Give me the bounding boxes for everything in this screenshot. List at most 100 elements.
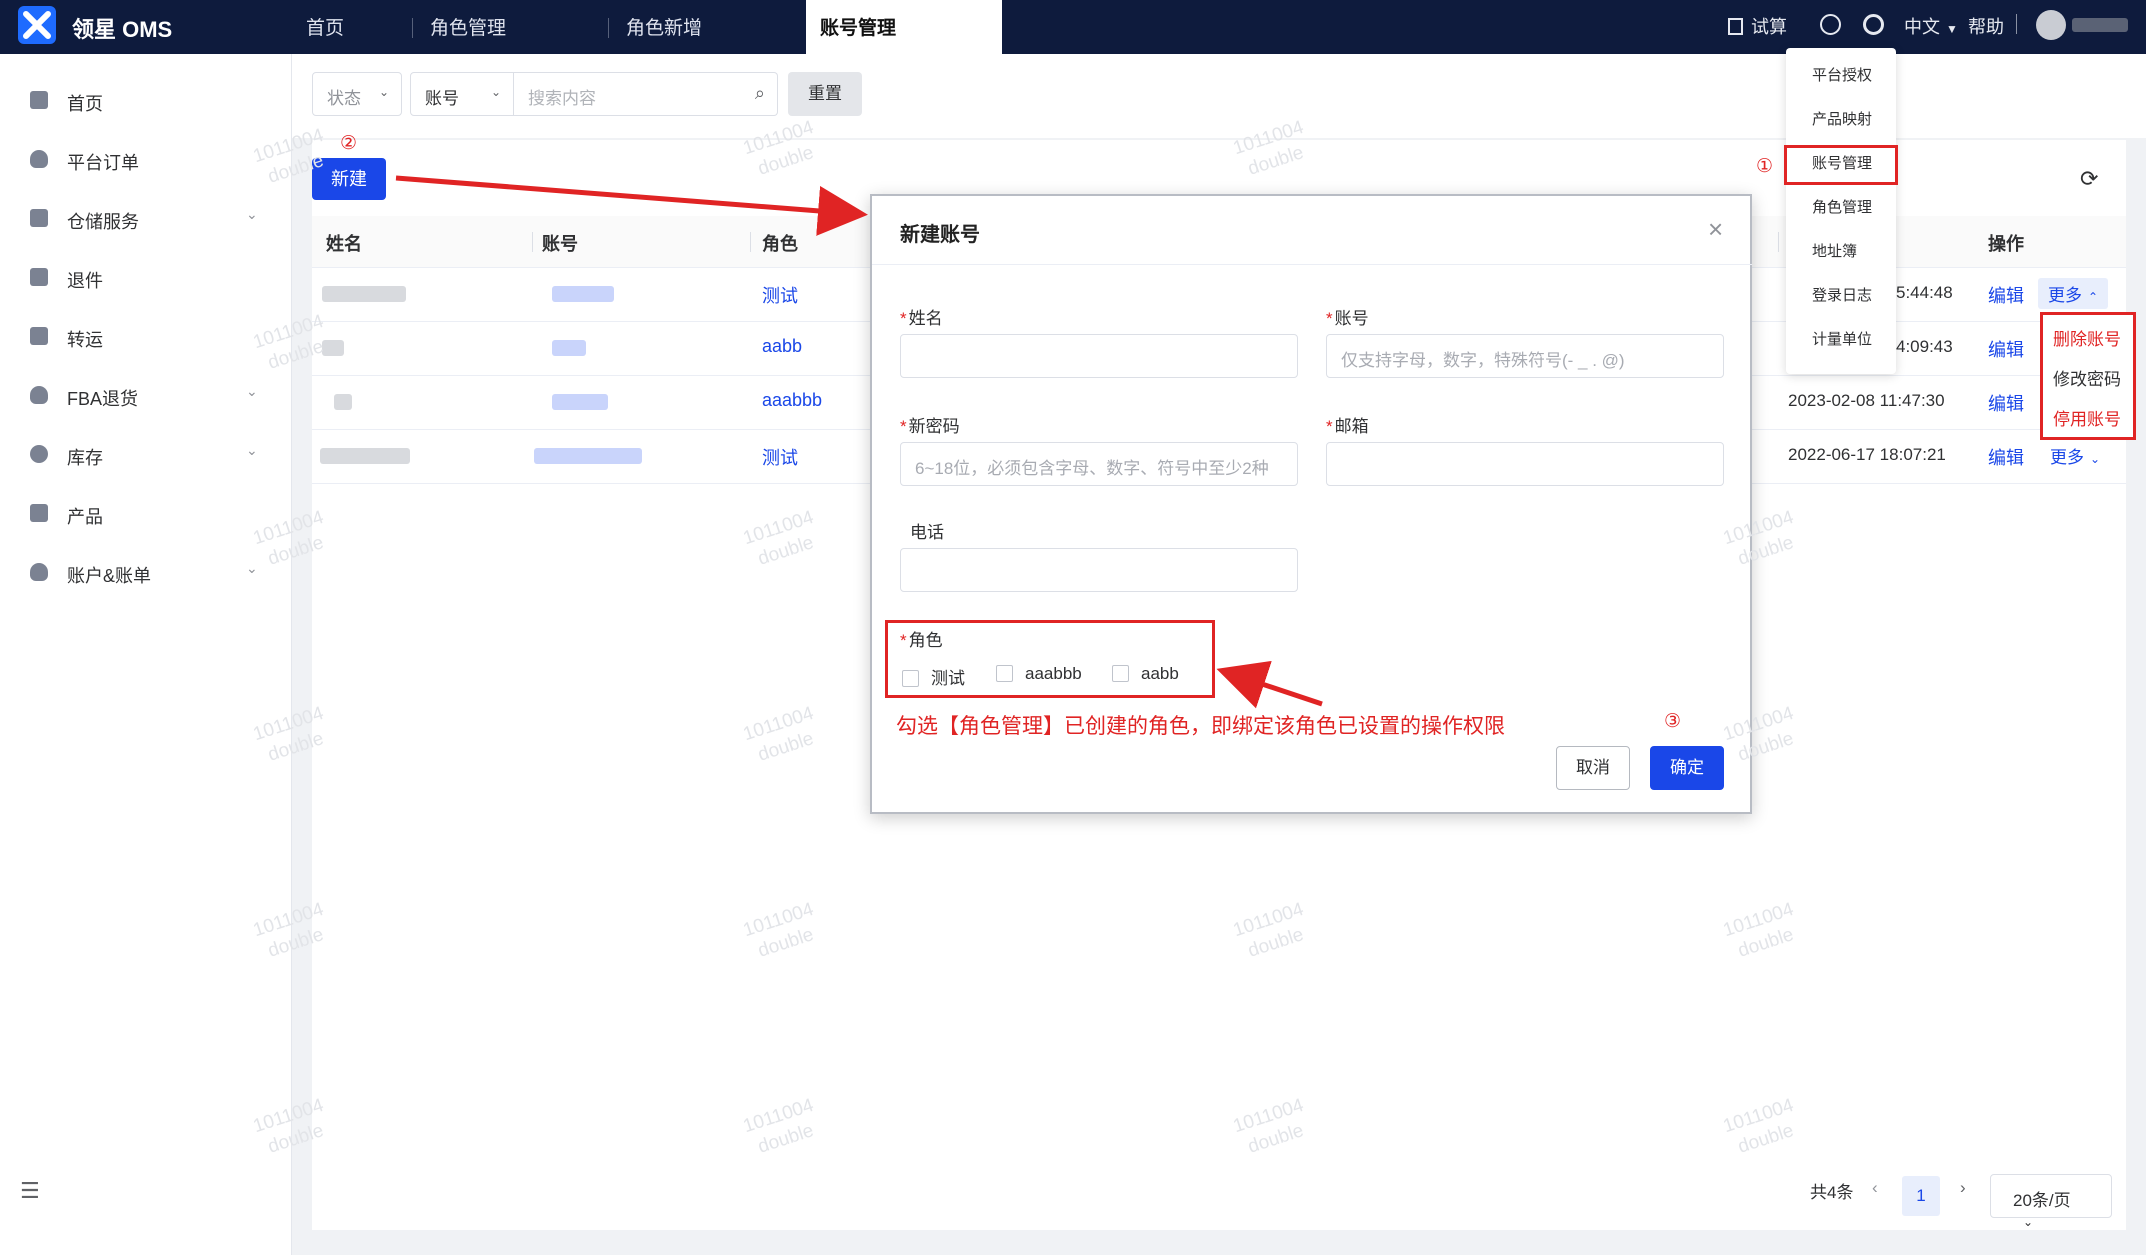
chevron-down-icon: ⌄ (378, 85, 389, 99)
name-input[interactable] (900, 334, 1298, 378)
sidebar-item-products[interactable]: 产品 (0, 493, 292, 533)
page-size-select[interactable]: 20条/页 ⌄ (1990, 1174, 2112, 1229)
top-bar: 领星 OMS 首页 角色管理 角色新增 账号管理 试算 中文 ▼ 帮助 (0, 0, 2146, 54)
status-placeholder: 状态 (327, 89, 361, 108)
header-separator (532, 232, 533, 252)
sidebar-item-returns[interactable]: 退件 (0, 257, 292, 297)
role-link[interactable]: 测试 (762, 282, 798, 308)
refresh-icon[interactable]: ⟳ (2080, 166, 2098, 192)
created-time: 4:09:43 (1896, 337, 1953, 356)
sidebar-item-warehouse[interactable]: 仓储服务 ⌄ (0, 198, 292, 238)
search-placeholder: 搜索内容 (528, 89, 596, 108)
annotation-note: 勾选【角色管理】已创建的角色，即绑定该角色已设置的操作权限 (896, 715, 1505, 738)
tab-role-management[interactable]: 角色管理 (430, 0, 506, 54)
more-button[interactable]: 更多 ⌃ (2038, 278, 2109, 309)
password-input[interactable]: 6~18位，必须包含字母、数字、符号中至少2种 (900, 442, 1298, 486)
settings-gear-icon[interactable] (1863, 14, 1884, 40)
shield-icon (30, 150, 48, 168)
change-password-item[interactable]: 修改密码 (2053, 365, 2121, 390)
app-name: 领星 OMS (72, 17, 173, 42)
annotation-step-1: ① (1756, 156, 1774, 177)
account-blurred (534, 448, 642, 464)
sidebar-item-platform-orders[interactable]: 平台订单 (0, 139, 292, 179)
tab-role-add[interactable]: 角色新增 (626, 0, 702, 54)
edit-link[interactable]: 编辑 (1988, 282, 2024, 308)
warehouse-icon (30, 209, 48, 227)
more-actions-dropdown: 删除账号 修改密码 停用账号 (2040, 312, 2136, 440)
confirm-button[interactable]: 确定 (1650, 746, 1724, 790)
more-label: 更多 (2048, 286, 2082, 305)
menu-item-address-book[interactable]: 地址簿 (1812, 240, 1857, 261)
help-link[interactable]: 帮助 (1968, 13, 2004, 39)
annotation-box-role (885, 620, 1215, 698)
truck-icon (30, 327, 48, 345)
name-blurred (334, 394, 352, 410)
menu-item-platform-auth[interactable]: 平台授权 (1812, 64, 1872, 85)
password-placeholder: 6~18位，必须包含字母、数字、符号中至少2种 (915, 459, 1269, 478)
disable-account-item[interactable]: 停用账号 (2053, 405, 2121, 430)
dialog-title: 新建账号 (900, 224, 980, 246)
close-icon[interactable]: × (1708, 214, 1723, 245)
reset-button[interactable]: 重置 (788, 72, 862, 116)
menu-item-role-management[interactable]: 角色管理 (1812, 196, 1872, 217)
tab-account-management[interactable]: 账号管理 (806, 0, 1002, 54)
status-select[interactable]: 状态 ⌄ (312, 72, 402, 116)
menu-item-product-mapping[interactable]: 产品映射 (1812, 108, 1872, 129)
language-label: 中文 (1904, 17, 1940, 37)
edit-link[interactable]: 编辑 (1988, 336, 2024, 362)
next-page-icon[interactable]: › (1960, 1178, 1966, 1198)
download-icon[interactable] (1820, 14, 1841, 40)
search-field-select[interactable]: 账号 ⌄ (410, 72, 514, 116)
sidebar-item-fba-returns[interactable]: FBA退货 ⌄ (0, 375, 292, 415)
tab-home[interactable]: 首页 (306, 0, 344, 54)
created-time: 2023-02-08 11:47:30 (1788, 391, 1945, 410)
chevron-down-icon: ⌄ (2090, 452, 2101, 466)
trial-button[interactable]: 试算 (1728, 13, 1787, 39)
bag-icon (30, 504, 48, 522)
sidebar-item-label: 库存 (67, 448, 103, 468)
chevron-down-icon: ⌄ (246, 383, 258, 399)
header-separator (1778, 232, 1779, 252)
menu-item-login-log[interactable]: 登录日志 (1812, 284, 1872, 305)
calculator-icon (1728, 18, 1743, 35)
search-input[interactable]: 搜索内容 ⌕ (514, 72, 778, 116)
created-time: 2022-06-17 18:07:21 (1788, 445, 1946, 464)
delete-account-item[interactable]: 删除账号 (2053, 325, 2121, 350)
more-button[interactable]: 更多 ⌄ (2050, 443, 2100, 468)
sidebar-item-inventory[interactable]: 库存 ⌄ (0, 434, 292, 474)
header-ops: 操作 (1988, 234, 2024, 254)
prev-page-icon[interactable]: ‹ (1872, 1178, 1878, 1198)
edit-link[interactable]: 编辑 (1988, 444, 2024, 470)
role-link[interactable]: aaabbb (762, 390, 822, 411)
phone-input[interactable] (900, 548, 1298, 592)
shield-icon (30, 563, 48, 581)
sidebar-item-accounts-billing[interactable]: 账户&账单 ⌄ (0, 552, 292, 592)
sidebar-item-transfer[interactable]: 转运 (0, 316, 292, 356)
name-label: * 姓名 (900, 309, 943, 328)
search-icon[interactable]: ⌕ (755, 83, 765, 104)
header-separator (750, 232, 751, 252)
collapse-menu-icon[interactable]: ☰ (20, 1178, 40, 1204)
sidebar-item-home[interactable]: 首页 (0, 80, 292, 120)
cancel-button[interactable]: 取消 (1556, 746, 1630, 790)
language-select[interactable]: 中文 ▼ (1904, 13, 1958, 39)
phone-label: 电话 (910, 523, 944, 542)
user-avatar[interactable] (2036, 10, 2066, 40)
menu-item-units[interactable]: 计量单位 (1812, 328, 1872, 349)
chevron-down-icon: ⌄ (246, 560, 258, 576)
user-name-blurred (2072, 18, 2128, 32)
email-input[interactable] (1326, 442, 1724, 486)
annotation-step-2: ② (340, 133, 358, 154)
role-link[interactable]: aabb (762, 336, 802, 357)
sidebar-item-label: 仓储服务 (67, 212, 139, 232)
account-input[interactable]: 仅支持字母，数字，特殊符号(- _ . @) (1326, 334, 1724, 378)
chevron-up-icon: ⌃ (2088, 290, 2099, 304)
page-number[interactable]: 1 (1902, 1176, 1940, 1216)
tab-separator (608, 18, 609, 38)
dialog-divider (872, 264, 1752, 265)
edit-link[interactable]: 编辑 (1988, 390, 2024, 416)
pagination-total: 共4条 (1810, 1183, 1854, 1202)
created-time: 5:44:48 (1896, 283, 1953, 302)
account-blurred (552, 286, 614, 302)
role-link[interactable]: 测试 (762, 444, 798, 470)
